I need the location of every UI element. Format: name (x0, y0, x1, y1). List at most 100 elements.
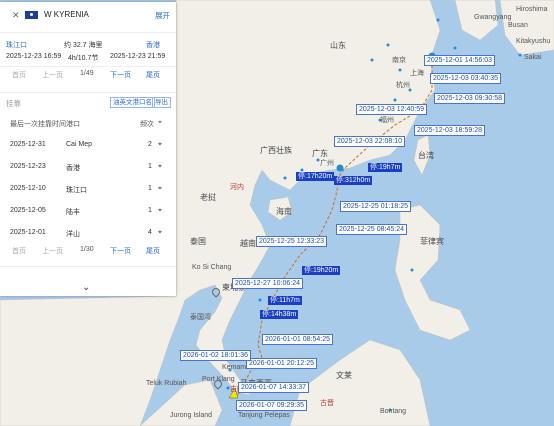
pager-first[interactable]: 首页 (12, 246, 26, 256)
track-label[interactable]: 2025-12-03 03:40:35 (430, 73, 501, 84)
track-label[interactable]: 2026-01-07 14:33:37 (238, 382, 309, 393)
map-label-shandong: 山东 (330, 41, 346, 50)
row-count: 2 (148, 141, 152, 148)
map-label-telukrubiah: Teluk Rubiah (146, 380, 187, 387)
map-label-pelepas: Tanjung Pelepas (238, 412, 290, 419)
stay-label[interactable]: 停:19h7m (368, 163, 403, 172)
pager-current: 1/30 (80, 246, 94, 253)
locate-icon[interactable]: ⌖ (158, 229, 162, 237)
map-label-thailand: 泰国 (190, 237, 206, 246)
track-label[interactable]: 2025-12-03 12:40:59 (356, 104, 427, 115)
track-label[interactable]: 2025-12-25 12:33:23 (256, 236, 327, 247)
vessel-info-panel: ✕ W KYRENIA 展开 珠江口 约 32.7 海里 香港 2025-12-… (0, 2, 176, 296)
col-last-time: 最后一次挂靠时间 (10, 121, 66, 128)
voyage-pager: 首页 上一页 1/49 下一页 尾页 (0, 70, 176, 86)
map-label-brunei: 文莱 (336, 371, 352, 380)
pin-icon: ⌖ (158, 119, 162, 126)
land-borneo (289, 339, 431, 426)
chevron-down-icon[interactable]: ⌄ (82, 282, 90, 293)
locate-icon[interactable]: ⌖ (158, 185, 162, 193)
port-table-row[interactable]: 2025-12-05 陆丰 1 ⌖ (0, 200, 176, 222)
locate-icon[interactable]: ⌖ (158, 163, 162, 171)
map-label-fuzhou: 福州 (380, 117, 394, 124)
map-label-gwangyang: Gwangyang (474, 14, 512, 21)
pager-next[interactable]: 下一页 (110, 246, 131, 256)
map-label-bontang: Bontang (380, 408, 407, 415)
expand-button[interactable]: 展开 (155, 10, 170, 21)
row-count: 1 (148, 185, 152, 192)
row-time: 2025-12-10 (10, 185, 46, 192)
map-label-kitakyushu: Kitakyushu (516, 38, 551, 45)
track-label[interactable]: 2025-12-25 08:45:24 (336, 224, 407, 235)
track-label[interactable]: 2026-01-01 20:12:25 (246, 358, 317, 369)
row-time: 2025-12-23 (10, 163, 46, 170)
pager-prev[interactable]: 上一页 (42, 246, 63, 256)
voyage-distance: 约 32.7 海里 (64, 42, 103, 49)
stay-label[interactable]: 停:312h0m (334, 176, 373, 185)
port-table-header: 最后一次挂靠时间 港口 频次 ⌖ (0, 112, 176, 134)
map-label-philippines: 菲律宾 (420, 237, 444, 246)
port-table-row[interactable]: 2025-12-01 洋山 4 ⌖ (0, 222, 176, 244)
pager-prev[interactable]: 上一页 (42, 70, 63, 80)
port-table-row[interactable]: 2025-12-10 珠江口 1 ⌖ (0, 178, 176, 200)
from-port[interactable]: 珠江口 (6, 40, 27, 50)
track-label[interactable]: 2025-12-03 18:59:28 (414, 125, 485, 136)
map-label-taiwan: 台湾 (418, 151, 434, 160)
map-label-kuching: 古晋 (320, 400, 334, 407)
to-time: 2025-12-23 21:59 (110, 53, 166, 60)
row-count: 4 (148, 229, 152, 236)
divider (0, 266, 176, 268)
col-port: 港口 (66, 121, 80, 128)
locate-icon[interactable]: ⌖ (158, 207, 162, 215)
port-section-header: 挂靠 油英文港口名 导出 (0, 92, 176, 111)
vessel-name: W KYRENIA (44, 10, 89, 19)
track-label[interactable]: 2026-01-07 09:29:35 (236, 400, 307, 411)
row-port[interactable]: 香港 (66, 163, 80, 173)
to-port[interactable]: 香港 (146, 40, 160, 50)
stay-label[interactable]: 停:11h7m (268, 296, 302, 305)
voyage-summary: 珠江口 约 32.7 海里 香港 2025-12-23 16:59 4h/10.… (0, 34, 176, 67)
row-time: 2025-12-01 (10, 229, 46, 236)
row-count: 1 (148, 163, 152, 170)
port-table-row[interactable]: 2025-12-31 Cai Mep 2 ⌖ (0, 134, 176, 156)
map-label-hangzhou: 杭州 (396, 82, 410, 89)
map-label-kosichang: Ko Si Chang (192, 264, 232, 271)
track-label[interactable]: 2025-12-03 09:30:58 (434, 93, 505, 104)
stay-label[interactable]: 停:17h20m (296, 172, 335, 181)
row-count: 1 (148, 207, 152, 214)
from-time: 2025-12-23 16:59 (6, 53, 62, 60)
track-label[interactable]: 2025-12-27 10:06:24 (232, 278, 303, 289)
map-label-sakai: Sakai (524, 54, 542, 61)
pager-last[interactable]: 尾页 (146, 246, 160, 256)
track-label[interactable]: 2025-12-25 01:18:25 (340, 201, 411, 212)
pager-next[interactable]: 下一页 (110, 70, 131, 80)
track-label[interactable]: 2026-01-02 18:01:36 (180, 350, 251, 361)
locate-icon[interactable]: ⌖ (158, 141, 162, 149)
port-table-row[interactable]: 2025-12-23 香港 1 ⌖ (0, 156, 176, 178)
col-count: 频次 (140, 121, 154, 128)
anchor-icon-2 (336, 164, 344, 172)
track-label[interactable]: 2026-01-01 08:54:25 (262, 334, 333, 345)
map-label-hainan: 海南 (276, 207, 292, 216)
stay-label[interactable]: 停:14h38m (260, 310, 299, 319)
pager-first[interactable]: 首页 (12, 70, 26, 80)
port-section-title: 挂靠 (6, 99, 21, 108)
row-port[interactable]: 洋山 (66, 229, 80, 239)
row-port[interactable]: 陆丰 (66, 207, 80, 217)
track-label[interactable]: 2025-12-03 22:08:10 (334, 136, 405, 147)
map-label-guangzhou: 广州 (320, 160, 334, 167)
row-port[interactable]: 珠江口 (66, 185, 87, 195)
duration-speed: 4h/10.7节 (68, 55, 99, 62)
flag-icon (25, 11, 38, 19)
pager-last[interactable]: 尾页 (146, 70, 160, 80)
export-button[interactable]: 导出 (152, 97, 171, 108)
stay-label[interactable]: 停:19h20m (302, 266, 341, 275)
row-port[interactable]: Cai Mep (66, 141, 92, 148)
map-label-shanghai: 上海 (410, 70, 424, 77)
map-label-hanoi: 河内 (230, 184, 244, 191)
panel-header: ✕ W KYRENIA 展开 (0, 2, 176, 33)
map-label-jurong: Jurong Island (170, 412, 213, 419)
close-icon[interactable]: ✕ (12, 10, 20, 21)
track-label[interactable]: 2025-12-01 14:56:03 (424, 55, 495, 66)
english-port-name-button[interactable]: 油英文港口名 (110, 97, 155, 108)
